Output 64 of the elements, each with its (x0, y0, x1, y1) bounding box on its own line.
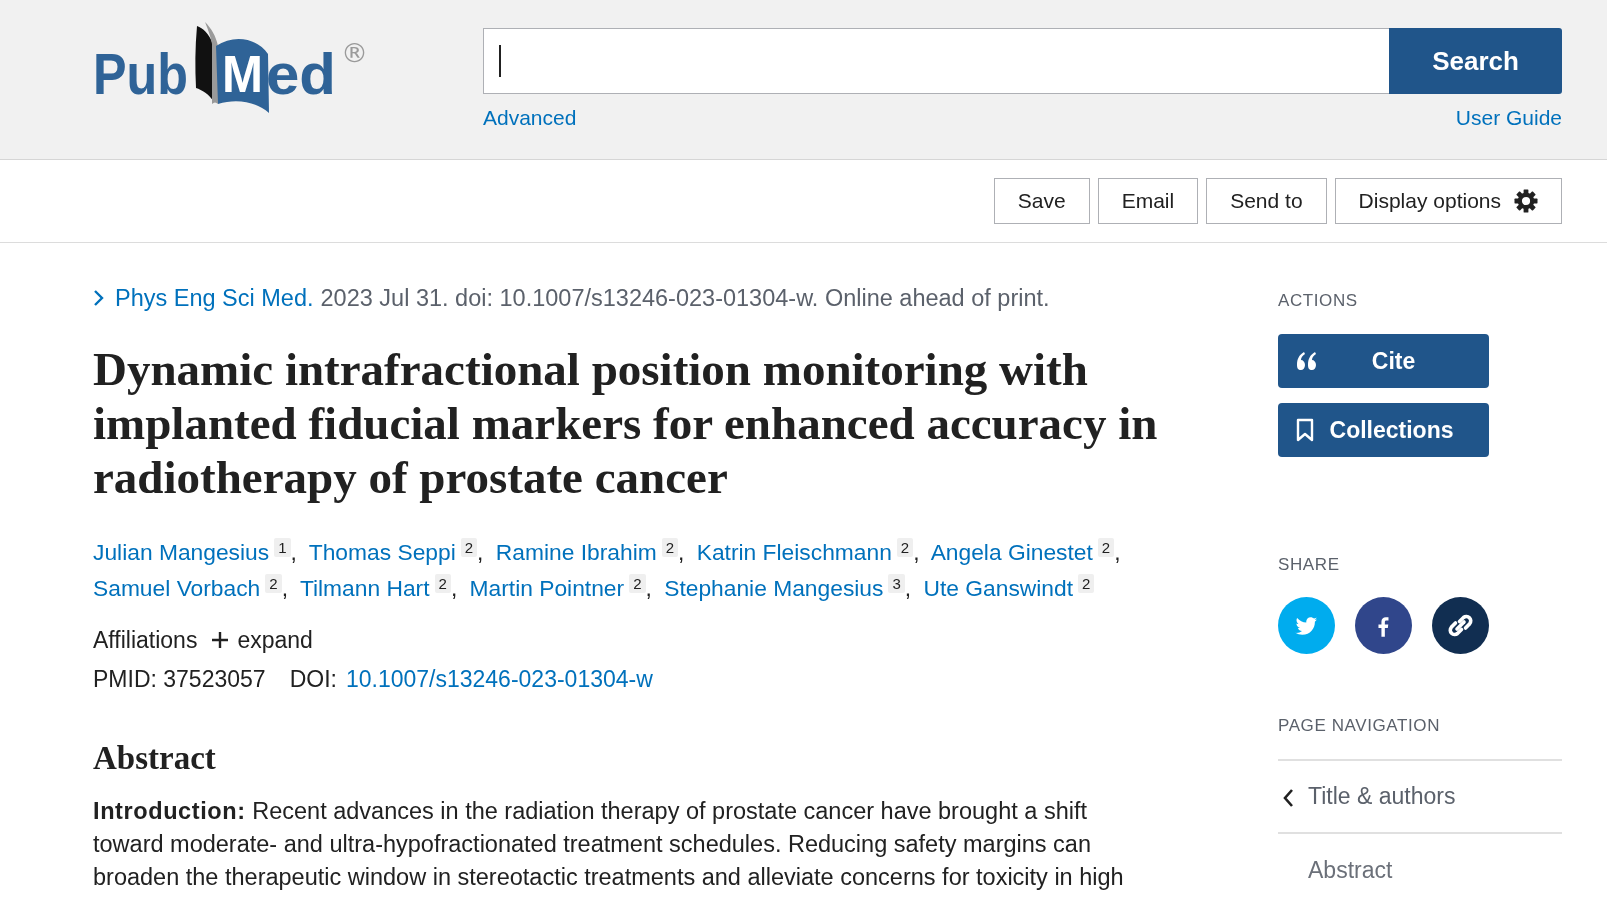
affiliation-number[interactable]: 2 (629, 574, 646, 593)
section-label: PAGE NAVIGATION (1278, 715, 1442, 737)
section-label: SHARE (1278, 554, 1341, 576)
affiliation-number[interactable]: 2 (661, 538, 679, 557)
affiliation-number[interactable]: 3 (888, 574, 905, 593)
cite-button[interactable]: Cite (1278, 334, 1489, 388)
separator-comma: , (450, 575, 458, 601)
author-link[interactable]: Tilmann Hart (299, 575, 430, 601)
separator-comma: , (281, 575, 288, 601)
link-icon[interactable] (1432, 597, 1489, 654)
site-logo[interactable]: Pub Med® (90, 18, 370, 118)
plus-icon (211, 631, 230, 649)
author-link[interactable]: Julian Mangesius (93, 539, 270, 565)
author-link[interactable]: Ute Ganswindt (923, 575, 1073, 601)
separator-comma: , (645, 575, 652, 601)
author-link[interactable]: Martin Pointner (469, 575, 625, 601)
pmid-text: PMID: 37523057 (93, 665, 266, 694)
author-link[interactable]: Ramine Ibrahim (495, 539, 657, 565)
affiliation-number[interactable]: 2 (1078, 574, 1095, 593)
toolbar-button[interactable]: Display options (1334, 178, 1562, 224)
affiliation-number[interactable]: 2 (434, 574, 451, 593)
chevron-left-icon (1282, 788, 1294, 808)
affiliations-label: Affiliations (93, 626, 198, 655)
page-navigation-link[interactable]: Abstract (1278, 834, 1562, 897)
action-button[interactable]: Collections (1278, 403, 1489, 457)
journal-link[interactable]: Phys Eng Sci Med. (115, 283, 314, 313)
author-link[interactable]: Stephanie Mangesius (664, 575, 884, 601)
abstract-paragraph: Introduction: Recent advances in the radiation therapy of prostate cancer have brought a shift toward moderate- and ultra-hypofractionated treatment schedules. Reducing safety margins can broaden the therapeutic window in stereotactic treatments and alleviate concerns for toxicity in high (93, 797, 1125, 892)
quote-icon (1296, 352, 1318, 370)
toolbar-button[interactable]: Send to (1206, 178, 1327, 224)
author-link[interactable]: Angela Ginestet (930, 539, 1093, 565)
page-navigation-link[interactable]: Title & authors (1278, 761, 1562, 834)
search-button[interactable]: Search (1389, 28, 1562, 94)
letter-f-icon[interactable] (1355, 597, 1412, 654)
chevron-right-icon (93, 289, 105, 307)
author-link[interactable]: Samuel Vorbach (93, 575, 261, 601)
advanced-search-link[interactable]: Advanced (483, 102, 577, 134)
citation-details: 2023 Jul 31. doi: 10.1007/s13246-023-01304-w. Online ahead of print. (320, 284, 1050, 313)
bird-icon[interactable] (1278, 597, 1335, 654)
separator-comma: , (678, 539, 685, 565)
affiliation-number[interactable]: 2 (265, 574, 282, 593)
separator-comma: , (913, 539, 920, 565)
user-guide-link[interactable]: User Guide (1455, 102, 1562, 134)
doi-link[interactable]: 10.1007/s13246-023-01304-w (345, 664, 653, 694)
section-heading: Abstract (93, 739, 217, 778)
affiliation-number[interactable]: 2 (896, 538, 914, 557)
toolbar-button[interactable]: Save (993, 178, 1090, 224)
separator-comma: , (1114, 539, 1121, 565)
article-title: Dynamic intrafractional position monitoring with implanted fiducial markers for enhanced accuracy in radiotherapy of prostate cancer (93, 342, 1159, 504)
separator-comma: , (904, 575, 912, 601)
separator-comma: , (477, 539, 484, 565)
section-label: ACTIONS (1278, 290, 1359, 312)
search-field[interactable] (483, 28, 1389, 94)
bookmark-icon (1296, 418, 1314, 442)
toolbar-button[interactable]: Email (1097, 178, 1199, 224)
separator-comma: , (290, 539, 297, 565)
affiliation-number[interactable]: 2 (1097, 538, 1115, 557)
doi-label: DOI: (289, 665, 337, 694)
expand-toggle[interactable]: expand (211, 625, 313, 655)
affiliation-number[interactable]: 2 (460, 538, 478, 557)
author-link[interactable]: Katrin Fleischmann (696, 539, 892, 565)
affiliation-number[interactable]: 1 (274, 538, 291, 557)
author-link[interactable]: Thomas Seppi (308, 539, 456, 565)
gear-icon (1514, 189, 1538, 213)
